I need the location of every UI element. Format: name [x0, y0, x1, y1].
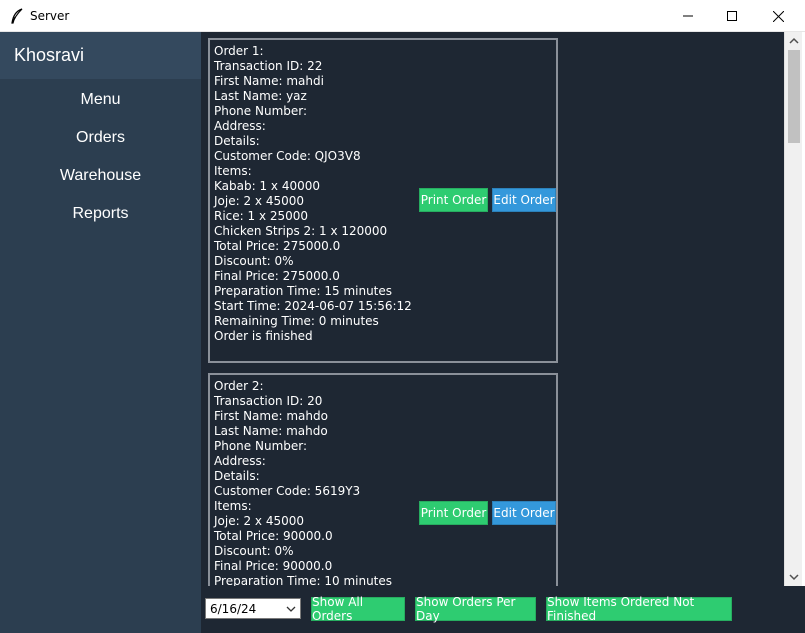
order-line: First Name: mahdi: [214, 74, 324, 88]
order-line: Last Name: yaz: [214, 89, 307, 103]
minimize-button[interactable]: [665, 0, 711, 32]
feather-icon: [10, 8, 24, 24]
order-line: Phone Number:: [214, 439, 308, 453]
sidebar-item-reports[interactable]: Reports: [0, 205, 201, 223]
order-line: Customer Code: QJO3V8: [214, 149, 361, 163]
sidebar-item-menu[interactable]: Menu: [0, 91, 201, 109]
order-line: Last Name: mahdo: [214, 424, 328, 438]
order-line: Remaining Time: 0 minutes: [214, 314, 379, 328]
order-line: Joje: 2 x 45000: [214, 194, 304, 208]
order-line: Final Price: 275000.0: [214, 269, 340, 283]
order-line: Total Price: 90000.0: [214, 529, 333, 543]
maximize-icon: [727, 11, 737, 21]
order-line: Order 2:: [214, 379, 264, 393]
order-line: Preparation Time: 15 minutes: [214, 284, 393, 298]
vertical-scrollbar[interactable]: [784, 32, 802, 586]
date-value: 6/16/24: [210, 602, 257, 616]
order-line: Order is finished: [214, 329, 313, 343]
chevron-down-icon: [286, 606, 296, 612]
show-items-not-finished-button[interactable]: Show Items Ordered Not Finished: [546, 595, 732, 623]
window-title: Server: [30, 9, 70, 23]
order-line: Address:: [214, 454, 266, 468]
scroll-down-icon[interactable]: [789, 572, 799, 582]
sidebar-item-orders[interactable]: Orders: [0, 129, 201, 147]
order-line: Order 1:: [214, 44, 264, 58]
bottom-toolbar: 6/16/24 Show All Orders Show Orders Per …: [201, 586, 805, 633]
order-line: First Name: mahdo: [214, 409, 328, 423]
close-button[interactable]: [755, 0, 801, 32]
order-card: Order 2: Transaction ID: 20 First Name: ma…: [208, 373, 558, 586]
order-line: Transaction ID: 20: [214, 394, 323, 408]
order-details: Order 2: Transaction ID: 20 First Name: ma…: [214, 379, 392, 586]
maximize-button[interactable]: [709, 0, 755, 32]
order-line: Transaction ID: 22: [214, 59, 323, 73]
print-order-button[interactable]: Print Order: [419, 188, 488, 212]
brand-label: Khosravi: [0, 32, 201, 79]
order-line: Kabab: 1 x 40000: [214, 179, 320, 193]
order-line: Details:: [214, 469, 260, 483]
scroll-thumb[interactable]: [788, 50, 800, 143]
order-line: Phone Number:: [214, 104, 308, 118]
order-line: Joje: 2 x 45000: [214, 514, 304, 528]
order-line: Items:: [214, 164, 252, 178]
scroll-up-icon[interactable]: [789, 36, 799, 46]
order-line: Rice: 1 x 25000: [214, 209, 309, 223]
order-line: Customer Code: 5619Y3: [214, 484, 361, 498]
order-line: Start Time: 2024-06-07 15:56:12: [214, 299, 412, 313]
order-line: Discount: 0%: [214, 254, 294, 268]
show-all-orders-button[interactable]: Show All Orders: [311, 595, 405, 623]
date-picker[interactable]: 6/16/24: [205, 598, 301, 619]
close-icon: [772, 10, 784, 22]
minimize-icon: [683, 15, 693, 17]
edit-order-button[interactable]: Edit Order: [492, 188, 556, 212]
order-line: Items:: [214, 499, 252, 513]
sidebar-item-warehouse[interactable]: Warehouse: [0, 167, 201, 185]
order-line: Preparation Time: 10 minutes: [214, 574, 393, 586]
order-line: Total Price: 275000.0: [214, 239, 341, 253]
show-orders-per-day-button[interactable]: Show Orders Per Day: [415, 595, 536, 623]
sidebar: Khosravi Menu Orders Warehouse Reports: [0, 32, 201, 633]
title-bar: Server: [0, 0, 805, 32]
order-line: Chicken Strips 2: 1 x 120000: [214, 224, 388, 238]
order-line: Final Price: 90000.0: [214, 559, 333, 573]
order-card: Order 1: Transaction ID: 22 First Name: ma…: [208, 38, 558, 363]
edit-order-button[interactable]: Edit Order: [492, 501, 556, 525]
order-line: Details:: [214, 134, 260, 148]
orders-list: Order 1: Transaction ID: 22 First Name: ma…: [201, 32, 784, 586]
order-line: Discount: 0%: [214, 544, 294, 558]
order-details: Order 1: Transaction ID: 22 First Name: ma…: [214, 44, 412, 344]
print-order-button[interactable]: Print Order: [419, 501, 488, 525]
order-line: Address:: [214, 119, 266, 133]
